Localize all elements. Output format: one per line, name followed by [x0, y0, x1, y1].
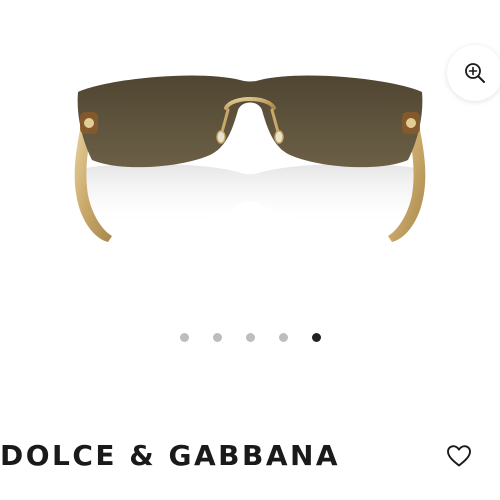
carousel-pagination: [0, 333, 500, 343]
carousel-dot-2[interactable]: [213, 333, 222, 342]
carousel-dot-1[interactable]: [180, 333, 189, 342]
sunglasses-illustration: [74, 75, 426, 242]
carousel-dot-4[interactable]: [279, 333, 288, 342]
carousel-dot-3[interactable]: [246, 333, 255, 342]
left-nose-pad: [216, 130, 226, 144]
zoom-button[interactable]: [447, 45, 500, 101]
right-nose-pad: [274, 130, 284, 144]
favorite-button[interactable]: [444, 441, 474, 471]
brand-title: DOLCE & GABBANA: [0, 439, 341, 472]
product-image[interactable]: [0, 0, 500, 300]
carousel-dot-5[interactable]: [312, 333, 321, 342]
zoom-in-icon: [465, 63, 485, 83]
shield-lens: [77, 75, 423, 168]
heart-outline-icon: [447, 445, 471, 467]
lens-reflection: [85, 163, 415, 228]
product-page: DOLCE & GABBANA: [0, 0, 500, 500]
